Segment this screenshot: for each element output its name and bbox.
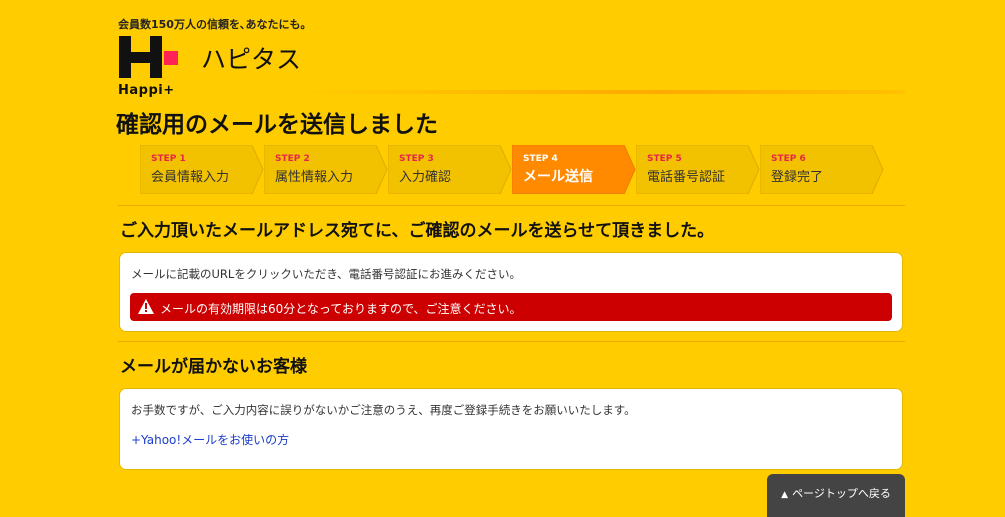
page-top-label: ページトップへ戻る [792,487,891,500]
step-label: 会員情報入力 [151,170,230,185]
step-6: STEP 6 登録完了 [760,145,884,194]
step-progress: STEP 1 会員情報入力 STEP 2 属性情報入力 STEP 3 入力確認 … [140,145,885,194]
step-5: STEP 5 電話番号認証 [636,145,760,194]
step-number: STEP 5 [647,154,682,164]
step-number: STEP 6 [771,154,806,164]
header-divider [300,90,905,94]
step-number: STEP 3 [399,154,434,164]
section-heading-sent: ご入力頂いたメールアドレス宛てに、ご確認のメールを送らせて頂きました。 [120,221,715,241]
step-label: 属性情報入力 [275,170,354,185]
warning-icon [138,299,154,314]
step-label: 電話番号認証 [647,170,726,185]
step-label: 登録完了 [771,170,824,185]
step-label: 入力確認 [399,170,452,185]
yahoo-mail-link[interactable]: +Yahoo!メールをお使いの方 [131,431,289,448]
page-title: 確認用のメールを送信しました [116,112,438,138]
help-text: お手数ですが、ご入力内容に誤りがないかご注意のうえ、再度ご登録手続きをお願いいた… [131,403,636,417]
section-divider [118,205,905,206]
step-label: メール送信 [523,169,593,185]
expiry-alert: メールの有効期限は60分となっておりますので、ご注意ください。 [130,293,892,321]
section-heading-not-received: メールが届かないお客様 [120,357,307,377]
step-2: STEP 2 属性情報入力 [264,145,388,194]
confirmation-box: メールに記載のURLをクリックいただき、電話番号認証にお進みください。 メールの… [119,252,903,332]
step-1: STEP 1 会員情報入力 [140,145,264,194]
triangle-up-icon: ▲ [781,490,789,500]
step-4: STEP 4 メール送信 [512,145,636,194]
step-number: STEP 4 [523,154,558,164]
help-box: お手数ですが、ご入力内容に誤りがないかご注意のうえ、再度ご登録手続きをお願いいた… [119,388,903,470]
alert-text: メールの有効期限は60分となっておりますので、ご注意ください。 [160,302,522,316]
instruction-text: メールに記載のURLをクリックいただき、電話番号認証にお進みください。 [131,267,522,281]
section-divider [118,341,905,342]
logo-text: Happi+ [118,83,175,98]
step-number: STEP 1 [151,154,186,164]
page-top-button[interactable]: ▲ ページトップへ戻る [767,474,905,517]
step-number: STEP 2 [275,154,310,164]
tagline: 会員数150万人の信頼を､あなたにも｡ [118,18,306,31]
step-3: STEP 3 入力確認 [388,145,512,194]
brand-name[interactable]: ハピタス [201,40,301,76]
